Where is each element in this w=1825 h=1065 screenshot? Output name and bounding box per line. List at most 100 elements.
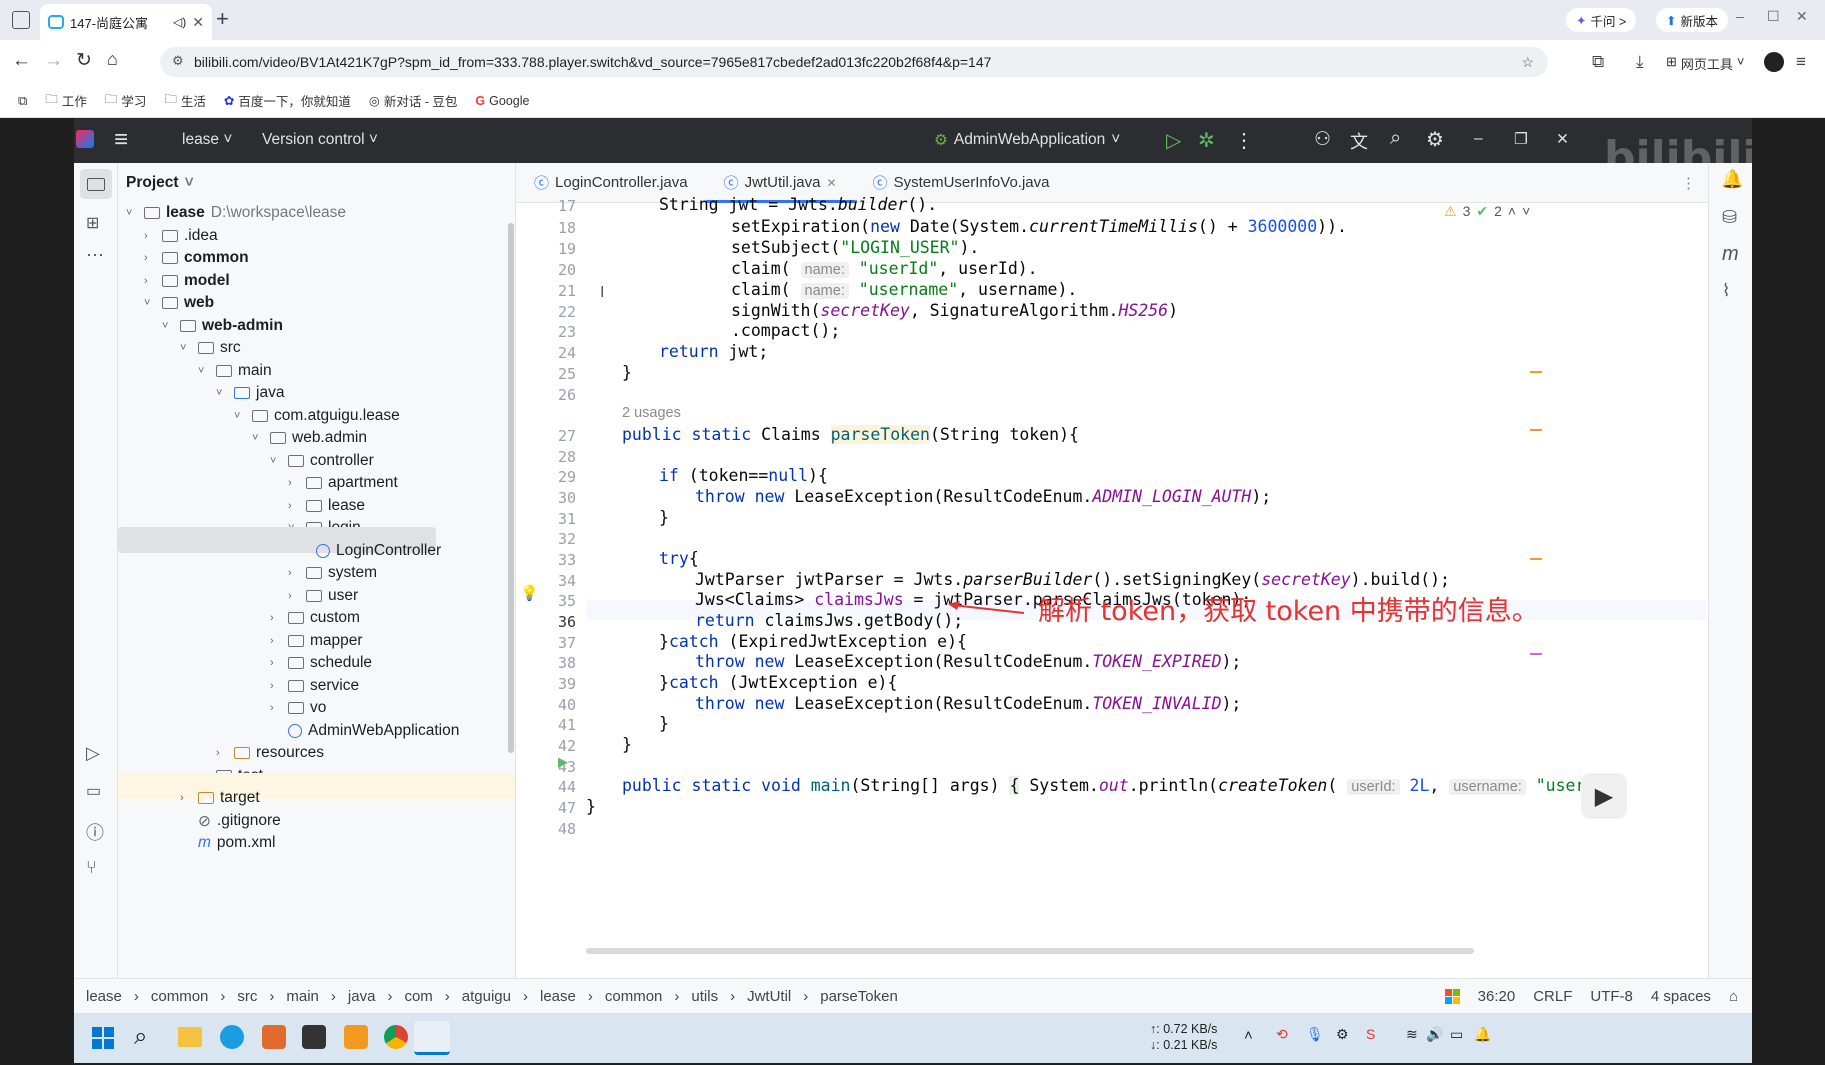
breadcrumb-item[interactable]: atguigu: [462, 988, 511, 1005]
breadcrumb-item[interactable]: lease: [86, 988, 122, 1005]
bookmark-item[interactable]: 🗀 学习: [105, 90, 147, 111]
volume-icon[interactable]: 🔊: [1426, 1026, 1443, 1043]
breadcrumb-item[interactable]: utils: [691, 988, 718, 1005]
maximize-icon[interactable]: ☐: [1767, 8, 1780, 25]
tree-node[interactable]: m pom.xml: [198, 830, 276, 856]
file-encoding[interactable]: UTF-8: [1590, 988, 1633, 1005]
code-editor[interactable]: String jwt = Jwts.builder(). setExpirati…: [586, 195, 1706, 963]
mute-icon[interactable]: ◁): [173, 15, 186, 29]
play-video-icon[interactable]: ▶: [1581, 773, 1627, 819]
breadcrumb-item[interactable]: java: [348, 988, 376, 1005]
lock-icon[interactable]: ⌂: [1729, 988, 1738, 1005]
problems-icon[interactable]: ⓘ: [86, 819, 104, 845]
ide-restore-icon[interactable]: ❐: [1514, 130, 1528, 149]
tray-s-icon[interactable]: S: [1366, 1026, 1375, 1042]
more-actions-icon[interactable]: ⋮: [1234, 128, 1254, 153]
ide-minimize-icon[interactable]: –: [1474, 130, 1483, 148]
close-window-icon[interactable]: ✕: [1796, 8, 1808, 25]
chevron-up-icon[interactable]: ˄: [1244, 1027, 1253, 1044]
tray-settings-icon[interactable]: ⚙: [1336, 1026, 1349, 1043]
battery-icon[interactable]: ▭: [1450, 1026, 1463, 1043]
app-icon[interactable]: [262, 1025, 286, 1049]
ide-close-icon[interactable]: ✕: [1556, 130, 1569, 149]
run-icon[interactable]: ▷: [1166, 128, 1181, 153]
address-bar[interactable]: ⚙ bilibili.com/video/BV1At421K7gP?spm_id…: [160, 47, 1548, 77]
usages-hint[interactable]: 2 usages: [622, 405, 681, 421]
tab-search-icon[interactable]: [12, 11, 30, 29]
run-gutter-icon[interactable]: ▶: [558, 754, 568, 770]
version-control-menu[interactable]: Version control ˅: [262, 131, 378, 149]
run-config-selector[interactable]: ⚙ AdminWebApplication ˅: [934, 131, 1120, 150]
structure-icon[interactable]: ⊞: [86, 213, 99, 233]
qianwen-pill[interactable]: ✦ 千问 >: [1566, 8, 1637, 32]
bookmark-manager-icon[interactable]: ⧉: [18, 93, 27, 109]
avatar[interactable]: [1764, 52, 1784, 72]
tab-close-icon[interactable]: ✕: [192, 14, 204, 31]
sublime-icon[interactable]: [344, 1025, 368, 1049]
browser-tab[interactable]: 147-尚庭公寓 ◁) ✕: [40, 4, 212, 40]
home-icon[interactable]: ⌂: [107, 49, 118, 70]
hscrollbar[interactable]: [586, 948, 1474, 954]
minimize-icon[interactable]: –: [1736, 8, 1744, 24]
more-tools-icon[interactable]: ⋯: [86, 245, 104, 266]
breadcrumb-item[interactable]: lease: [540, 988, 576, 1005]
chevron-down-icon[interactable]: ˅: [1522, 203, 1530, 220]
database-icon[interactable]: ⛁: [1722, 207, 1737, 228]
terminal-app-icon[interactable]: [302, 1025, 326, 1049]
menu-icon[interactable]: ≡: [1796, 52, 1806, 72]
line-separator[interactable]: CRLF: [1533, 988, 1572, 1005]
bulb-icon[interactable]: 💡: [520, 584, 539, 602]
taskbar-search-icon[interactable]: ⌕: [134, 1023, 147, 1051]
bookmark-item[interactable]: G Google: [475, 94, 529, 108]
edge-icon[interactable]: [220, 1025, 244, 1049]
project-switcher[interactable]: lease ˅: [182, 131, 232, 149]
download-icon[interactable]: ⤓: [1636, 52, 1644, 72]
project-header[interactable]: Project ˅: [126, 163, 194, 203]
notifications-icon[interactable]: 🔔: [1721, 169, 1743, 190]
scrollbar[interactable]: [508, 223, 514, 753]
breadcrumb-item[interactable]: common: [151, 988, 209, 1005]
wifi-icon[interactable]: ≋: [1406, 1026, 1418, 1043]
services-icon[interactable]: ▷: [86, 743, 100, 764]
forward-icon[interactable]: →: [44, 50, 63, 72]
breadcrumb-item[interactable]: main: [286, 988, 319, 1005]
breadcrumb-item[interactable]: com: [404, 988, 432, 1005]
settings-icon[interactable]: ⚙: [1426, 127, 1444, 152]
inspection-widget[interactable]: ⚠ 3 ✔ 2 ˄ ˅: [1444, 203, 1530, 220]
tray-app-icon[interactable]: ⟲: [1276, 1026, 1288, 1043]
video-player[interactable]: ≡ lease ˅ Version control ˅ ⚙ AdminWebApp…: [74, 118, 1752, 1063]
new-tab-icon[interactable]: +: [216, 6, 229, 32]
indent-setting[interactable]: 4 spaces: [1651, 988, 1711, 1005]
tab-options-icon[interactable]: ⋮: [1681, 174, 1696, 192]
bookmark-star-icon[interactable]: ☆: [1521, 54, 1534, 71]
maven-tool-icon[interactable]: m: [1722, 243, 1739, 266]
site-info-icon[interactable]: ⚙: [172, 53, 184, 69]
back-icon[interactable]: ←: [12, 50, 31, 72]
bookmark-item[interactable]: 🗀 工作: [45, 90, 87, 111]
breadcrumb-item[interactable]: src: [237, 988, 257, 1005]
breadcrumb-item[interactable]: JwtUtil: [747, 988, 791, 1005]
code-with-me-icon[interactable]: ⚇: [1314, 128, 1331, 151]
main-menu-icon[interactable]: ≡: [114, 126, 128, 154]
bookmark-item[interactable]: 🗀 生活: [164, 90, 206, 111]
terminal-icon[interactable]: ▭: [86, 781, 101, 801]
bookmark-item[interactable]: ◎ 新对话 - 豆包: [369, 91, 458, 110]
breadcrumb-item[interactable]: parseToken: [820, 988, 898, 1005]
reload-icon[interactable]: ↻: [76, 49, 92, 72]
search-icon[interactable]: ⌕: [1390, 127, 1401, 150]
gradle-icon[interactable]: ⌇: [1722, 281, 1730, 301]
translate-icon[interactable]: 文: [1350, 128, 1368, 154]
chevron-up-icon[interactable]: ˄: [1508, 203, 1516, 220]
extensions-icon[interactable]: ⧉: [1592, 52, 1604, 72]
bookmark-item[interactable]: ✿ 百度一下，你就知道: [224, 91, 351, 110]
git-icon[interactable]: ⑂: [86, 857, 97, 878]
breadcrumb-item[interactable]: common: [605, 988, 663, 1005]
microphone-icon[interactable]: 🎙: [1306, 1026, 1324, 1043]
new-version-pill[interactable]: ⬆ 新版本: [1656, 8, 1728, 32]
chrome-icon[interactable]: [384, 1025, 408, 1049]
ide-task-icon[interactable]: [414, 1021, 450, 1055]
start-icon[interactable]: [92, 1027, 114, 1049]
notification-bell-icon[interactable]: 🔔: [1474, 1026, 1491, 1043]
debug-icon[interactable]: ✲: [1198, 128, 1215, 153]
tab-close-icon[interactable]: ✕: [826, 176, 836, 190]
